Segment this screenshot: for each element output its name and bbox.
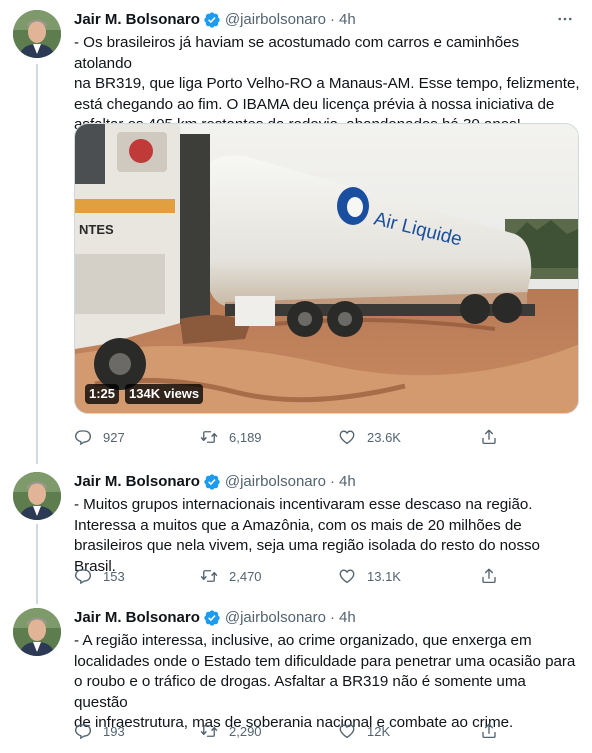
video-views: 134K views [125,384,204,404]
author-name[interactable]: Jair M. Bolsonaro [74,472,200,492]
tweet-text-line: Interessa a muitos que a Amazônia, com o… [74,516,522,534]
reply-button[interactable]: 153 [74,567,125,585]
retweet-count: 2,470 [229,568,262,584]
retweet-icon [200,431,218,443]
separator-dot: · [329,473,335,490]
share-button[interactable] [480,722,498,740]
reply-count: 193 [103,723,125,739]
cab-text: NTES [79,222,114,237]
action-bar: 927 6,189 23.6K [74,428,514,448]
verified-badge-icon [204,610,220,626]
share-icon [482,568,496,584]
separator-dot: · [329,11,335,28]
like-count: 13.1K [367,568,401,584]
separator-dot: · [329,609,335,626]
retweet-icon [200,725,218,737]
video-duration: 1:25 [85,384,120,404]
timestamp[interactable]: 4h [339,472,356,492]
video-player[interactable]: Air Liquide NTES 1:25 134K views [74,123,579,414]
like-icon [339,724,355,739]
verified-badge-icon [204,474,220,490]
action-bar: 193 2,290 12K [74,722,514,742]
retweet-icon [200,570,218,582]
reply-icon [74,724,92,740]
share-icon [482,429,496,445]
author-handle[interactable]: @jairbolsonaro [225,608,326,628]
avatar[interactable] [13,608,61,656]
share-button[interactable] [480,567,498,585]
tweet-text-line: - A região interessa, inclusive, ao crim… [74,632,532,649]
tweet-text-line: - Os brasileiros já haviam se acostumado… [74,34,520,72]
tweet-text: - A região interessa, inclusive, ao crim… [74,631,580,734]
retweet-button[interactable]: 2,290 [200,722,262,740]
verified-badge-icon [204,12,220,28]
reply-icon [74,430,92,446]
avatar[interactable] [13,10,61,58]
like-button[interactable]: 23.6K [338,428,401,446]
share-icon [482,723,496,739]
reply-count: 927 [103,429,125,445]
retweet-button[interactable]: 6,189 [200,428,262,446]
retweet-button[interactable]: 2,470 [200,567,262,585]
author-name[interactable]: Jair M. Bolsonaro [74,10,200,30]
tweet-text: - Muitos grupos internacionais incentiva… [74,495,580,577]
retweet-count: 2,290 [229,723,262,739]
tweet-text: - Os brasileiros já haviam se acostumado… [74,33,580,136]
like-icon [339,569,355,584]
timestamp[interactable]: 4h [339,10,356,30]
like-count: 23.6K [367,429,401,445]
author-handle[interactable]: @jairbolsonaro [225,10,326,30]
like-count: 12K [367,723,391,739]
tweet[interactable]: Jair M. Bolsonaro @jairbolsonaro · 4h - … [0,0,592,464]
like-icon [339,430,355,445]
video-thumbnail: Air Liquide NTES [75,124,578,413]
avatar[interactable] [13,472,61,520]
share-button[interactable] [480,428,498,446]
tweet[interactable]: Jair M. Bolsonaro @jairbolsonaro · 4h - … [0,464,592,604]
tweet-text-line: - Muitos grupos internacionais incentiva… [74,496,533,513]
tweet-text-line: localidades onde o Estado tem dificuldad… [74,652,576,670]
tweet-text-line: está chegando ao fim. O IBAMA deu licenç… [74,95,555,113]
more-icon[interactable] [554,8,576,30]
like-button[interactable]: 12K [338,722,390,740]
tweet-text-line: o roubo e o tráfico de drogas. Asfaltar … [74,673,526,711]
tweet-text-line: na BR319, que liga Porto Velho-RO a Mana… [74,75,580,93]
reply-icon [74,569,92,585]
reply-button[interactable]: 193 [74,722,125,740]
action-bar: 153 2,470 13.1K [74,567,514,587]
like-button[interactable]: 13.1K [338,567,401,585]
author-handle[interactable]: @jairbolsonaro [225,472,326,492]
tweet[interactable]: Jair M. Bolsonaro @jairbolsonaro · 4h - … [0,604,592,753]
retweet-count: 6,189 [229,429,262,445]
reply-button[interactable]: 927 [74,428,125,446]
reply-count: 153 [103,568,125,584]
author-name[interactable]: Jair M. Bolsonaro [74,608,200,628]
timestamp[interactable]: 4h [339,608,356,628]
